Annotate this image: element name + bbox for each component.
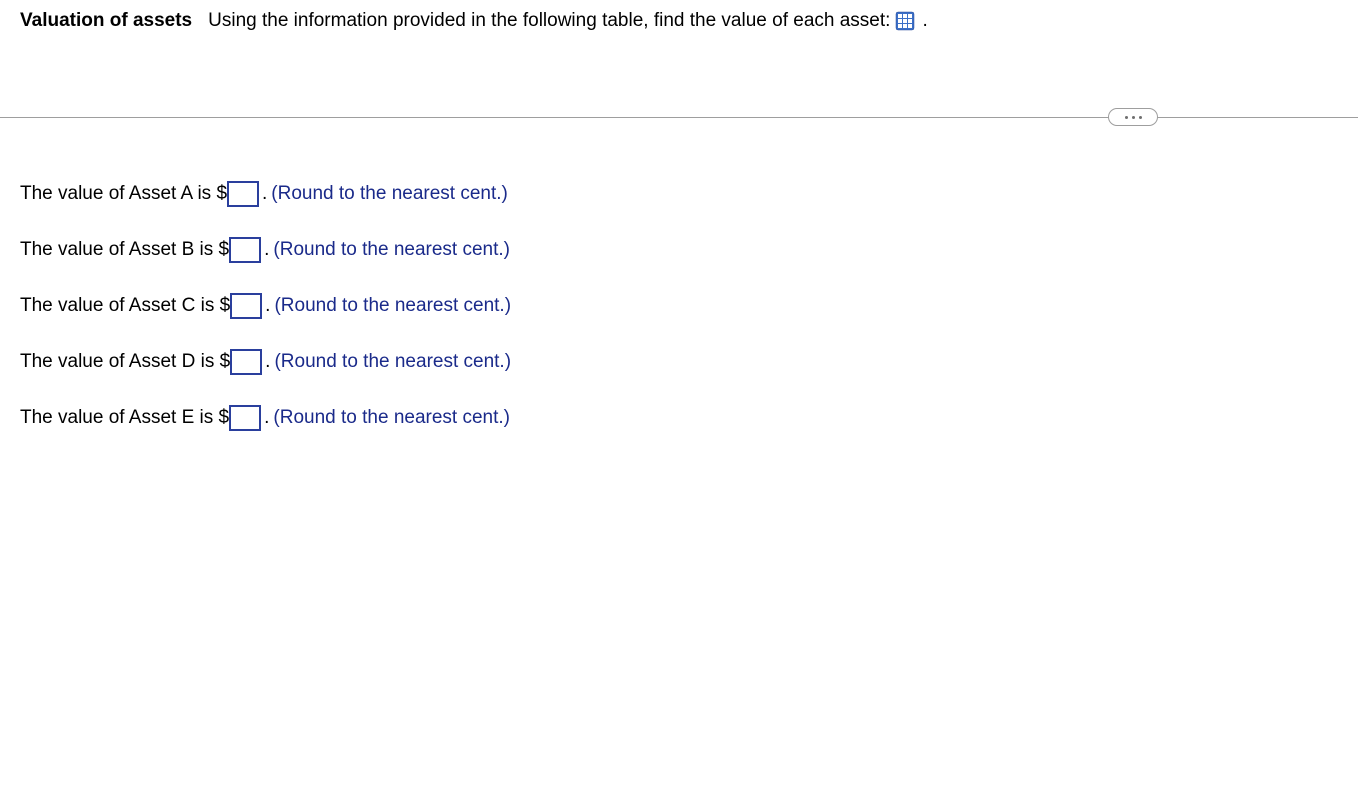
asset-a-prefix: The value of Asset A is $ [20, 183, 227, 205]
asset-c-period: . [265, 295, 270, 317]
ellipsis-icon [1125, 116, 1128, 119]
question-description: Using the information provided in the fo… [208, 10, 890, 32]
asset-c-row: The value of Asset C is $ . (Round to th… [20, 293, 1338, 319]
asset-e-row: The value of Asset E is $ . (Round to th… [20, 405, 1338, 431]
trailing-period: . [922, 10, 927, 32]
asset-a-input[interactable] [227, 181, 259, 207]
content-area: The value of Asset A is $ . (Round to th… [0, 126, 1358, 431]
asset-b-hint: (Round to the nearest cent.) [273, 239, 510, 261]
asset-e-hint: (Round to the nearest cent.) [273, 407, 510, 429]
asset-b-input[interactable] [229, 237, 261, 263]
asset-b-period: . [264, 239, 269, 261]
page-container: Valuation of assets Using the informatio… [0, 0, 1358, 804]
asset-a-row: The value of Asset A is $ . (Round to th… [20, 181, 1338, 207]
asset-e-period: . [264, 407, 269, 429]
asset-d-prefix: The value of Asset D is $ [20, 351, 230, 373]
asset-b-prefix: The value of Asset B is $ [20, 239, 229, 261]
asset-a-hint: (Round to the nearest cent.) [271, 183, 508, 205]
asset-d-period: . [265, 351, 270, 373]
asset-e-prefix: The value of Asset E is $ [20, 407, 229, 429]
asset-c-prefix: The value of Asset C is $ [20, 295, 230, 317]
table-icon[interactable] [894, 10, 916, 32]
question-title-bold: Valuation of assets [20, 10, 192, 32]
ellipsis-icon [1139, 116, 1142, 119]
question-description-wrap: Using the information provided in the fo… [208, 10, 928, 32]
more-options-button[interactable] [1108, 108, 1158, 126]
asset-e-input[interactable] [229, 405, 261, 431]
asset-d-hint: (Round to the nearest cent.) [274, 351, 511, 373]
asset-c-input[interactable] [230, 293, 262, 319]
asset-d-row: The value of Asset D is $ . (Round to th… [20, 349, 1338, 375]
header-row: Valuation of assets Using the informatio… [0, 0, 1358, 32]
asset-a-period: . [262, 183, 267, 205]
divider [0, 108, 1358, 126]
asset-d-input[interactable] [230, 349, 262, 375]
asset-b-row: The value of Asset B is $ . (Round to th… [20, 237, 1338, 263]
ellipsis-icon [1132, 116, 1135, 119]
asset-c-hint: (Round to the nearest cent.) [274, 295, 511, 317]
